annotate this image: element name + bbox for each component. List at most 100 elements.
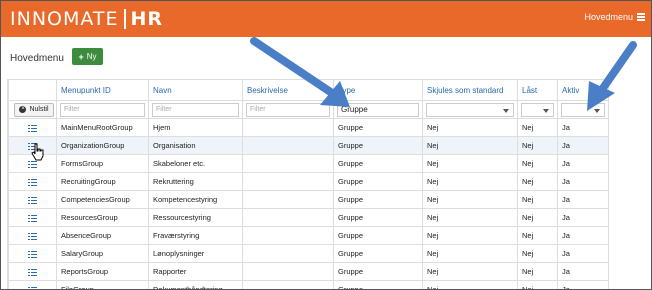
cell-aktiv: Ja xyxy=(557,226,609,245)
cell-beskrivelse xyxy=(242,226,334,245)
list-icon[interactable] xyxy=(28,178,37,186)
main-menu-label: Hovedmenu xyxy=(584,12,633,22)
new-button[interactable]: + Ny xyxy=(72,48,103,65)
list-icon[interactable] xyxy=(28,124,37,132)
grid-body: MainMenuRootGroup Hjem Gruppe Nej Nej Ja Organ… xyxy=(8,118,609,289)
brand-logo: INNOMATE HR xyxy=(10,7,163,31)
cell-laast: Nej xyxy=(517,190,558,209)
app-window: INNOMATE HR Hovedmenu Hovedmenu + Ny Men… xyxy=(0,0,652,290)
cell-skjules: Nej xyxy=(422,208,518,227)
cell-beskrivelse xyxy=(242,262,334,281)
filter-menupunkt-id-input[interactable]: Filter xyxy=(60,102,145,117)
filter-skjules-select[interactable] xyxy=(426,102,514,117)
filter-cell-laast xyxy=(517,100,558,119)
cell-menupunkt-id: ReportsGroup xyxy=(56,262,149,281)
column-header-aktiv[interactable]: Aktiv xyxy=(557,79,609,101)
cell-menupunkt-id: ResourcesGroup xyxy=(56,208,149,227)
hamburger-icon xyxy=(637,13,645,21)
table-row[interactable]: MainMenuRootGroup Hjem Gruppe Nej Nej Ja xyxy=(8,118,609,137)
cell-beskrivelse xyxy=(242,118,334,137)
table-row[interactable]: RecruitingGroup Rekruttering Gruppe Nej Nej J… xyxy=(8,172,609,191)
cell-laast: Nej xyxy=(517,118,558,137)
cell-laast: Nej xyxy=(517,154,558,173)
cell-skjules: Nej xyxy=(422,172,518,191)
new-button-label: Ny xyxy=(86,52,97,61)
row-actions-cell xyxy=(8,172,57,191)
reset-icon: × xyxy=(19,106,27,113)
cell-menupunkt-id: SalaryGroup xyxy=(56,244,149,263)
cell-skjules: Nej xyxy=(422,118,518,137)
column-header-beskrivelse[interactable]: Beskrivelse xyxy=(242,79,334,101)
table-row[interactable]: OrganizationGroup Organisation Gruppe Nej Ne… xyxy=(8,136,609,155)
filter-type-input[interactable]: Gruppe xyxy=(337,102,419,117)
cell-type: Gruppe xyxy=(333,136,423,155)
cell-aktiv: Ja xyxy=(557,190,609,209)
list-icon[interactable] xyxy=(28,286,37,289)
cell-aktiv: Ja xyxy=(557,154,609,173)
filter-cell-menupunkt-id: Filter xyxy=(56,100,149,119)
row-actions-cell xyxy=(8,226,57,245)
cell-laast: Nej xyxy=(517,172,558,191)
cell-beskrivelse xyxy=(242,208,334,227)
column-header-type[interactable]: Type xyxy=(333,79,423,101)
table-row[interactable]: SalaryGroup Lønoplysninger Gruppe Nej Nej Ja xyxy=(8,244,609,263)
cell-type: Gruppe xyxy=(333,262,423,281)
filter-navn-input[interactable]: Filter xyxy=(152,102,239,117)
table-row[interactable]: ResourcesGroup Ressourcestyring Gruppe Nej N… xyxy=(8,208,609,227)
row-actions-cell xyxy=(8,190,57,209)
cell-navn: Hjem xyxy=(148,118,243,137)
main-menu-button[interactable]: Hovedmenu xyxy=(584,12,645,22)
column-header-skjules[interactable]: Skjules som standard xyxy=(422,79,518,101)
filter-cell-aktiv xyxy=(557,100,609,119)
cell-type: Gruppe xyxy=(333,244,423,263)
filter-beskrivelse-input[interactable]: Filter xyxy=(246,102,330,117)
cell-menupunkt-id: AbsenceGroup xyxy=(56,226,149,245)
list-icon[interactable] xyxy=(28,196,37,204)
cell-beskrivelse xyxy=(242,136,334,155)
cell-laast: Nej xyxy=(517,280,558,289)
table-row[interactable]: ReportsGroup Rapporter Gruppe Nej Nej Ja xyxy=(8,262,609,281)
plus-icon: + xyxy=(78,51,84,62)
column-header-laast[interactable]: Låst xyxy=(517,79,558,101)
reset-label: Nulstil xyxy=(29,106,49,113)
table-row[interactable]: FormsGroup Skabeloner etc. Gruppe Nej Nej Ja xyxy=(8,154,609,173)
cell-skjules: Nej xyxy=(422,244,518,263)
filter-laast-select[interactable] xyxy=(521,102,554,117)
page-title: Hovedmenu xyxy=(10,53,64,64)
cell-navn: Ressourcestyring xyxy=(148,208,243,227)
table-row[interactable]: AbsenceGroup Fraværstyring Gruppe Nej Nej Ja xyxy=(8,226,609,245)
list-icon[interactable] xyxy=(28,268,37,276)
cell-laast: Nej xyxy=(517,262,558,281)
list-icon[interactable] xyxy=(28,232,37,240)
filter-aktiv-select[interactable] xyxy=(561,102,605,117)
cell-laast: Nej xyxy=(517,136,558,155)
column-header-menupunkt-id[interactable]: Menupunkt ID xyxy=(56,79,149,101)
column-header-navn[interactable]: Navn xyxy=(148,79,243,101)
cell-navn: Organisation xyxy=(148,136,243,155)
cell-navn: Skabeloner etc. xyxy=(148,154,243,173)
list-icon[interactable] xyxy=(28,160,37,168)
cell-type: Gruppe xyxy=(333,118,423,137)
cell-skjules: Nej xyxy=(422,154,518,173)
table-row[interactable]: CompetenciesGroup Kompetencestyring Gruppe… xyxy=(8,190,609,209)
cell-skjules: Nej xyxy=(422,226,518,245)
top-bar: INNOMATE HR Hovedmenu xyxy=(1,1,651,37)
cell-aktiv: Ja xyxy=(557,280,609,289)
cell-type: Gruppe xyxy=(333,172,423,191)
cell-navn: Rekruttering xyxy=(148,172,243,191)
filter-cell-beskrivelse: Filter xyxy=(242,100,334,119)
cell-laast: Nej xyxy=(517,244,558,263)
hand-cursor-icon xyxy=(31,143,44,161)
reset-filters-button[interactable]: × Nulstil xyxy=(14,102,54,117)
cell-menupunkt-id: MainMenuRootGroup xyxy=(56,118,149,137)
cell-navn: Rapporter xyxy=(148,262,243,281)
cell-navn: Dokumenthåndtering xyxy=(148,280,243,289)
row-actions-cell xyxy=(8,208,57,227)
cell-skjules: Nej xyxy=(422,262,518,281)
filter-cell-navn: Filter xyxy=(148,100,243,119)
cell-type: Gruppe xyxy=(333,154,423,173)
cell-beskrivelse xyxy=(242,244,334,263)
list-icon[interactable] xyxy=(28,250,37,258)
list-icon[interactable] xyxy=(28,214,37,222)
table-row[interactable]: FileGroup Dokumenthåndtering Gruppe Nej Nej J… xyxy=(8,280,609,289)
